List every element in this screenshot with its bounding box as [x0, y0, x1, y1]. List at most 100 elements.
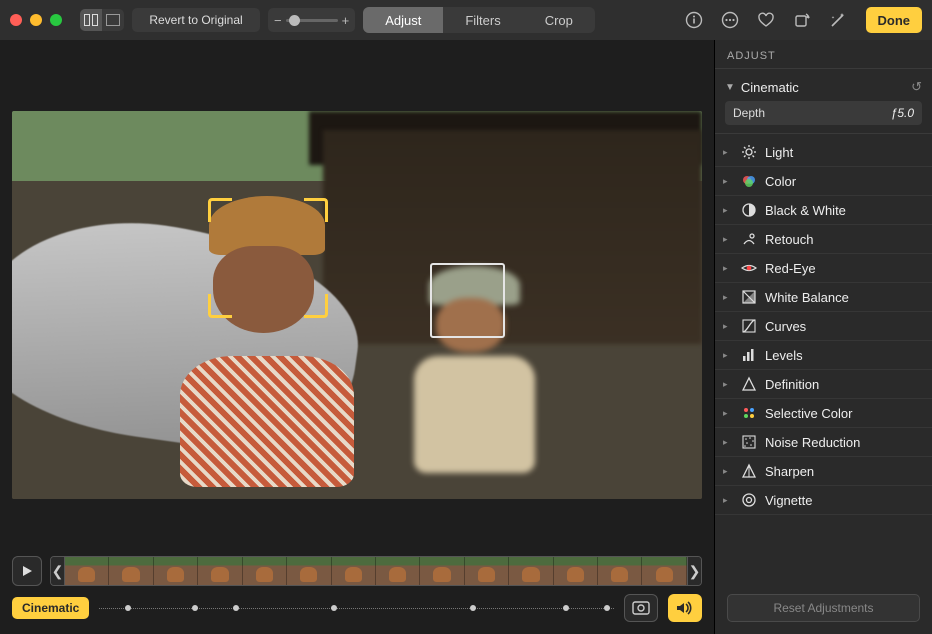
adjustment-curves[interactable]: ▸ Curves: [715, 312, 932, 341]
depth-row[interactable]: Depth ƒ5.0: [725, 101, 922, 125]
timeline-frame[interactable]: [198, 557, 242, 585]
adjustment-label: Black & White: [765, 203, 846, 218]
zoom-out-icon[interactable]: −: [274, 13, 282, 28]
adjustment-color[interactable]: ▸Color: [715, 167, 932, 196]
close-window-button[interactable]: [10, 14, 22, 26]
adjustment-label: Sharpen: [765, 464, 814, 479]
timeline-frame[interactable]: [154, 557, 198, 585]
noise-reduction-icon: [741, 434, 757, 450]
adjustment-label: Retouch: [765, 232, 813, 247]
timeline-frame[interactable]: [598, 557, 642, 585]
timeline-frame[interactable]: [420, 557, 464, 585]
adjustment-redeye[interactable]: ▸Red-Eye: [715, 254, 932, 283]
adjustment-light[interactable]: ▸ Light: [715, 138, 932, 167]
info-icon[interactable]: [680, 7, 708, 33]
chevron-right-icon: ▸: [723, 437, 733, 448]
focus-track[interactable]: [99, 597, 614, 619]
revert-to-original-button[interactable]: Revert to Original: [132, 8, 260, 32]
chevron-right-icon: ▸: [723, 147, 733, 158]
edit-mode-segment[interactable]: Adjust Filters Crop: [363, 7, 595, 33]
auto-enhance-icon[interactable]: [824, 7, 852, 33]
focus-box-secondary[interactable]: [430, 263, 505, 338]
trim-handle-left[interactable]: ❮: [51, 557, 65, 585]
mode-adjust[interactable]: Adjust: [363, 7, 443, 33]
timeline-frame[interactable]: [554, 557, 598, 585]
adjustment-levels[interactable]: ▸Levels: [715, 341, 932, 370]
curves-icon: [741, 318, 757, 334]
timeline-frame[interactable]: [65, 557, 109, 585]
adjustment-label: White Balance: [765, 290, 849, 305]
reset-cinematic-icon[interactable]: ↺: [911, 79, 922, 95]
timeline-frame[interactable]: [243, 557, 287, 585]
vignette-icon: [741, 492, 757, 508]
adjustment-bw[interactable]: ▸ Black & White: [715, 196, 932, 225]
done-button[interactable]: Done: [866, 7, 923, 33]
more-icon[interactable]: [716, 7, 744, 33]
trim-handle-right[interactable]: ❯: [687, 557, 701, 585]
sharpen-icon: [741, 463, 757, 479]
timeline-filmstrip[interactable]: ❮ ❯: [50, 556, 702, 586]
single-view-icon[interactable]: [102, 9, 124, 31]
play-button[interactable]: [12, 556, 42, 586]
timeline-frames[interactable]: [65, 557, 687, 585]
cinematic-badge[interactable]: Cinematic: [12, 597, 89, 619]
mode-filters[interactable]: Filters: [443, 7, 522, 33]
window-controls: [10, 14, 62, 26]
chevron-right-icon: ▸: [723, 176, 733, 187]
audio-toggle-button[interactable]: [668, 594, 702, 622]
focus-box-primary[interactable]: [209, 199, 327, 317]
adjustment-label: Curves: [765, 319, 806, 334]
minimize-window-button[interactable]: [30, 14, 42, 26]
timeline-frame[interactable]: [376, 557, 420, 585]
view-mode-segment[interactable]: [80, 9, 124, 31]
redeye-icon: [741, 260, 757, 276]
chevron-right-icon: ▸: [723, 292, 733, 303]
chevron-right-icon: ▸: [723, 379, 733, 390]
adjustment-white-balance[interactable]: ▸ White Balance: [715, 283, 932, 312]
chevron-right-icon: ▸: [723, 205, 733, 216]
reset-adjustments-button[interactable]: Reset Adjustments: [727, 594, 920, 622]
adjustment-noise-reduction[interactable]: ▸ Noise Reduction: [715, 428, 932, 457]
adjustment-definition[interactable]: ▸ Definition: [715, 370, 932, 399]
rotate-icon[interactable]: [788, 7, 816, 33]
adjustment-label: Selective Color: [765, 406, 852, 421]
split-view-icon[interactable]: [80, 9, 102, 31]
frame-capture-button[interactable]: [624, 594, 658, 622]
adjustment-label: Levels: [765, 348, 803, 363]
adjustment-sharpen[interactable]: ▸ Sharpen: [715, 457, 932, 486]
titlebar: Revert to Original − + Adjust Filters Cr…: [0, 0, 932, 40]
chevron-right-icon: ▸: [723, 321, 733, 332]
adjustment-label: Red-Eye: [765, 261, 816, 276]
timeline-frame[interactable]: [332, 557, 376, 585]
depth-value: ƒ5.0: [891, 106, 914, 120]
adjust-panel: ADJUST ▼ Cinematic ↺ Depth ƒ5.0 ▸Light▸C…: [714, 40, 932, 634]
adjustment-label: Noise Reduction: [765, 435, 860, 450]
favorite-icon[interactable]: [752, 7, 780, 33]
cinematic-title: Cinematic: [741, 80, 799, 95]
cinematic-section-header[interactable]: ▼ Cinematic ↺: [725, 77, 922, 101]
adjustment-label: Light: [765, 145, 793, 160]
timeline-frame[interactable]: [109, 557, 153, 585]
adjustment-selective-color[interactable]: ▸Selective Color: [715, 399, 932, 428]
light-icon: [741, 144, 757, 160]
retouch-icon: [741, 231, 757, 247]
zoom-track[interactable]: [286, 19, 338, 22]
video-preview[interactable]: [12, 111, 702, 499]
fullscreen-window-button[interactable]: [50, 14, 62, 26]
timeline-frame[interactable]: [465, 557, 509, 585]
adjustment-vignette[interactable]: ▸ Vignette: [715, 486, 932, 515]
zoom-knob[interactable]: [289, 15, 300, 26]
adjustment-label: Definition: [765, 377, 819, 392]
selective-color-icon: [741, 405, 757, 421]
mode-crop[interactable]: Crop: [523, 7, 595, 33]
timeline-frame[interactable]: [287, 557, 331, 585]
timeline-frame[interactable]: [642, 557, 686, 585]
panel-header: ADJUST: [715, 40, 932, 69]
zoom-slider[interactable]: − +: [268, 8, 355, 32]
adjustment-retouch[interactable]: ▸Retouch: [715, 225, 932, 254]
adjustment-label: Vignette: [765, 493, 812, 508]
zoom-in-icon[interactable]: +: [342, 13, 350, 28]
chevron-right-icon: ▸: [723, 466, 733, 477]
timeline-frame[interactable]: [509, 557, 553, 585]
chevron-right-icon: ▸: [723, 495, 733, 506]
